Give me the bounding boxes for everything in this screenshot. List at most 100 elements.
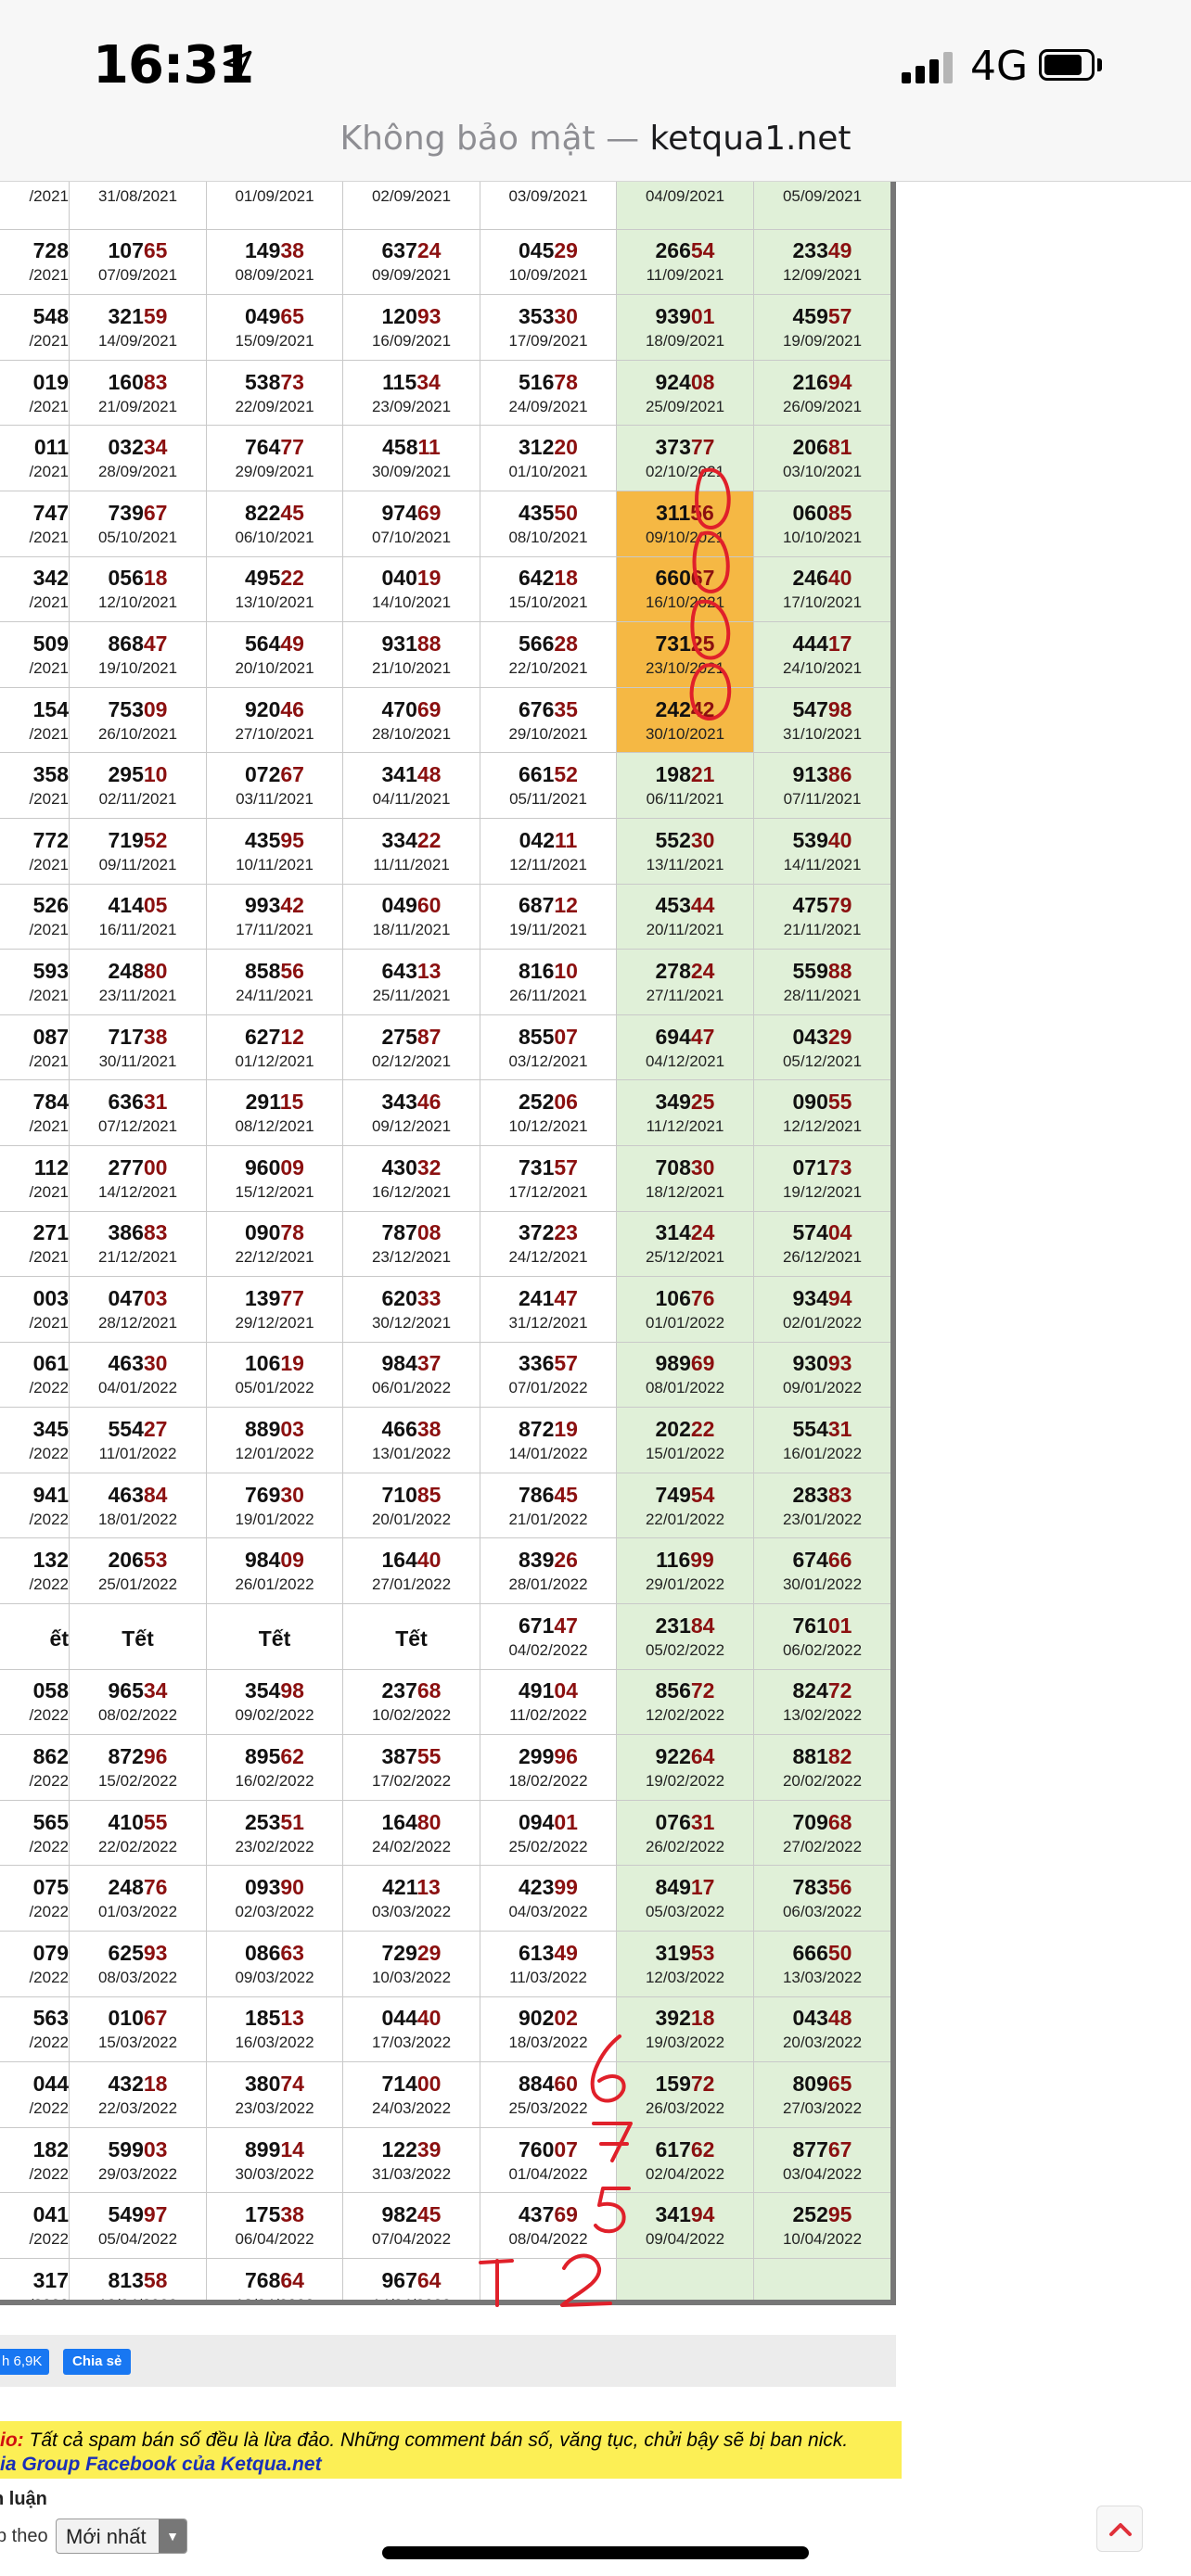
result-cell: 56449 20/10/2021 — [206, 621, 343, 688]
facebook-share-button[interactable]: Chia sẻ — [63, 2349, 132, 2375]
result-date: 13/01/2022 — [371, 1445, 452, 1463]
result-cell: 04703 28/12/2021 — [69, 1276, 207, 1343]
result-number: 73967 — [108, 500, 168, 525]
result-cell: 075/2022 — [0, 1865, 70, 1932]
result-tail-digits: 83 — [827, 1482, 852, 1507]
comment-sort-select[interactable]: Mới nhất ▼ — [56, 2519, 187, 2554]
result-date: 15/10/2021 — [508, 593, 588, 612]
result-date: 05/10/2021 — [97, 528, 178, 546]
result-tail-digits: 95 — [280, 827, 304, 852]
result-number: 51678 — [519, 369, 578, 394]
result-tail-digits: 57 — [554, 1351, 578, 1376]
result-date: 30/12/2021 — [371, 1313, 452, 1332]
result-number: 20222 — [655, 1417, 715, 1442]
result-date: 27/03/2022 — [782, 2099, 863, 2118]
result-number: 71400 — [381, 2072, 442, 2097]
facebook-like-button[interactable]: h 6,9K — [0, 2349, 50, 2375]
result-number: 34925 — [655, 1090, 715, 1115]
result-date: 07/11/2021 — [783, 790, 862, 809]
result-cell: 07631 26/02/2022 — [616, 1799, 754, 1867]
result-date: 27/10/2021 — [235, 724, 314, 743]
result-cell: 04211 12/11/2021 — [480, 817, 617, 885]
result-date: 12/02/2022 — [645, 1706, 725, 1725]
result-date: 13/03/2022 — [782, 1968, 863, 1986]
result-tail-digits: 04 — [827, 1220, 852, 1245]
result-cell: 24640 17/10/2021 — [753, 555, 890, 623]
result-cell: 96009 15/12/2021 — [206, 1144, 343, 1212]
result-date: 17/09/2021 — [508, 331, 588, 350]
result-cell: 271/2021 — [0, 1210, 70, 1278]
notice-line-2[interactable]: ia Group Facebook của Ketqua.net — [0, 2453, 902, 2477]
result-date: /2021 — [29, 266, 69, 285]
result-cell: 37223 24/12/2021 — [480, 1210, 617, 1278]
result-date: 28/01/2022 — [508, 1575, 588, 1594]
result-number: 04019 — [381, 566, 442, 591]
result-date: 05/11/2021 — [509, 790, 587, 809]
results-row: 003/2021 04703 28/12/2021 13977 29/12/2021 62… — [0, 1276, 890, 1343]
results-row: 509/2021 86847 19/10/2021 56449 20/10/2021 93… — [0, 621, 890, 688]
result-date: 14/10/2021 — [371, 593, 452, 612]
result-date: 02/03/2022 — [235, 1903, 314, 1921]
result-number: 04329 — [792, 1024, 852, 1049]
result-number: 92408 — [655, 369, 715, 394]
result-number: 73157 — [519, 1154, 578, 1180]
result-number: 04529 — [519, 238, 578, 263]
status-bar: 16:31 4G — [0, 0, 1191, 104]
results-row: 154/2021 75309 26/10/2021 92046 27/10/2021 47… — [0, 686, 890, 754]
result-cell: 53873 22/09/2021 — [206, 359, 343, 427]
result-date: 28/11/2021 — [783, 986, 862, 1004]
result-tail-digits: 18 — [143, 2072, 168, 2097]
result-tail-digits: 45 — [554, 1482, 578, 1507]
result-date: 12/10/2021 — [97, 593, 178, 612]
result-cell: 92408 25/09/2021 — [616, 359, 754, 427]
result-number: 31156 — [656, 500, 714, 525]
result-number: 07267 — [245, 762, 304, 787]
result-number: 03234 — [108, 435, 168, 460]
result-tail-digits: 11 — [417, 435, 441, 460]
address-prefix: Không bảo mật — — [339, 120, 650, 158]
result-cell: 548/2021 — [0, 294, 70, 361]
result-date: 03/09/2021 — [508, 186, 588, 205]
result-date: 14/09/2021 — [97, 331, 178, 350]
result-tail-digits: 47 — [690, 1024, 715, 1049]
result-tail-digits: 38 — [280, 238, 304, 263]
result-number: 112 — [33, 1154, 69, 1180]
result-date: 17/02/2022 — [371, 1772, 452, 1791]
scroll-to-top-button[interactable] — [1096, 2506, 1143, 2552]
address-bar[interactable]: Không bảo mật — ketqua1.net — [0, 104, 1191, 182]
result-date: /2022 — [29, 1968, 69, 1986]
address-text[interactable]: Không bảo mật — ketqua1.net — [339, 120, 851, 158]
result-number: 06085 — [792, 500, 852, 525]
result-number: 46330 — [108, 1351, 168, 1376]
facebook-group-link[interactable]: ia Group Facebook của Ketqua.net — [0, 2454, 322, 2475]
result-number: 49104 — [519, 1678, 578, 1703]
result-date: 16/11/2021 — [98, 921, 177, 939]
result-cell: 20222 15/01/2022 — [616, 1407, 754, 1473]
result-number: 29510 — [108, 762, 168, 787]
result-number: 31953 — [655, 1940, 715, 1965]
result-cell: ết — [0, 1603, 70, 1670]
result-cell: 39218 19/03/2022 — [616, 1996, 754, 2063]
result-date: 15/03/2022 — [97, 2034, 178, 2052]
result-cell: 76864 13/04/2022 — [206, 2258, 343, 2300]
result-cell: 003/2021 — [0, 1276, 70, 1343]
result-number: 43218 — [108, 2072, 168, 2097]
result-number: 89562 — [245, 1744, 304, 1769]
sort-label: p theo — [0, 2526, 48, 2546]
result-date: 21/01/2022 — [508, 1510, 588, 1528]
tet-holiday-label: Tết — [122, 1626, 154, 1651]
result-date: 18/12/2021 — [645, 1182, 725, 1201]
result-cell: 03234 28/09/2021 — [69, 425, 207, 491]
result-number: 35330 — [519, 303, 578, 328]
results-row: 044/2022 43218 22/03/2022 38074 23/03/2022 71… — [0, 2061, 890, 2128]
result-date: 19/11/2021 — [509, 921, 587, 939]
result-tail-digits: 14 — [280, 2136, 304, 2162]
result-date: 24/11/2021 — [236, 986, 314, 1004]
result-tail-digits: 28 — [554, 631, 578, 656]
result-tail-digits: 31 — [827, 1417, 852, 1442]
result-date: 04/03/2022 — [508, 1903, 588, 1921]
result-cell: 29996 18/02/2022 — [480, 1734, 617, 1801]
result-tail-digits: 22 — [690, 1417, 715, 1442]
result-date: 04/09/2021 — [645, 186, 725, 205]
result-date: 26/03/2022 — [645, 2099, 725, 2118]
